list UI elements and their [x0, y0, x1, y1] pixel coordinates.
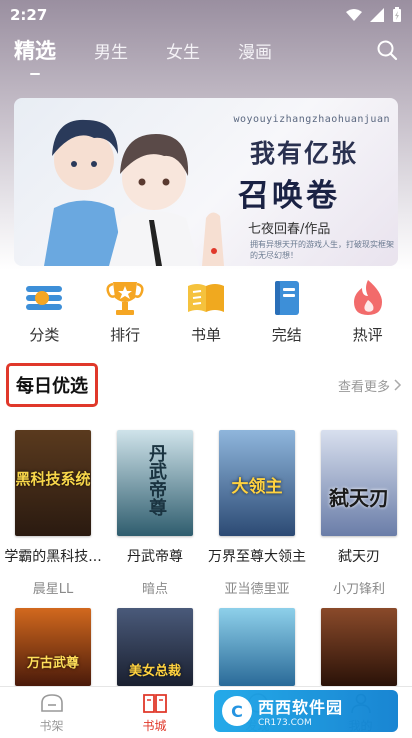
- cover-title: 黑科技系统: [15, 470, 91, 488]
- cover-title: 万古武尊: [26, 656, 79, 671]
- banner-tagline: 拥有异想天开的游戏人生，打破现实框架的无尽幻想！: [250, 240, 394, 260]
- book-author: 晨星LL: [32, 582, 74, 597]
- search-icon[interactable]: [376, 39, 398, 61]
- bookshelf-icon: [40, 694, 63, 712]
- book-row-1: 黑科技系统 学霸的黑科技... 晨星LL 丹武帝尊 丹武帝尊 暗点 大领主 万界…: [0, 430, 412, 597]
- daily-picks-header: 每日优选 查看更多: [0, 362, 412, 408]
- quick-nav-label: 热评: [352, 326, 383, 344]
- banner-characters-illustration: [44, 119, 224, 266]
- quick-nav-ranking[interactable]: 排行: [90, 278, 160, 348]
- category-icon: [26, 286, 63, 310]
- banner-pinyin: woyouyizhangzhaohuanjuan: [233, 114, 390, 125]
- book-card[interactable]: [309, 608, 409, 686]
- banner-title-line2: 召唤卷: [238, 178, 340, 214]
- quick-nav-finished[interactable]: 完结: [252, 278, 322, 348]
- watermark-url: CR173.COM: [258, 718, 312, 728]
- book-cover: 丹武帝尊: [117, 430, 193, 536]
- quick-nav-hot-comments[interactable]: 热评: [333, 278, 403, 348]
- book-card[interactable]: 美女总裁: [105, 608, 205, 686]
- book-author: 小刀锋利: [332, 582, 385, 597]
- promo-banner[interactable]: woyouyizhangzhaohuanjuan 我有亿张 召唤卷 七夜回春/作…: [14, 98, 398, 266]
- bottom-nav-bookstore[interactable]: 书城: [103, 687, 206, 738]
- bottom-nav-label: 书城: [142, 719, 167, 733]
- book-list-icon: [187, 284, 224, 312]
- quick-nav-label: 完结: [271, 326, 302, 344]
- quick-nav: 分类 排行 书单 完结 热评: [0, 278, 412, 348]
- quick-nav-booklist[interactable]: 书单: [171, 278, 241, 348]
- wifi-icon: [346, 9, 362, 21]
- see-more-link[interactable]: 查看更多: [338, 376, 402, 395]
- bottom-nav-label: 书架: [39, 719, 64, 733]
- cover-title: 美女总裁: [128, 664, 181, 679]
- signal-icon: [370, 8, 384, 22]
- book-author: 亚当德里亚: [224, 582, 290, 597]
- battery-icon: [393, 7, 401, 22]
- tab-male[interactable]: 男生: [94, 38, 128, 63]
- book-card[interactable]: 大领主 万界至尊大领主 亚当德里亚: [207, 430, 307, 597]
- trophy-icon: [106, 282, 144, 315]
- chevron-right-icon: [394, 379, 402, 391]
- tab-comics[interactable]: 漫画: [238, 38, 272, 63]
- book-cover: 黑科技系统: [15, 430, 91, 536]
- tab-featured[interactable]: 精选: [14, 35, 56, 75]
- status-bar: 2:27: [0, 0, 412, 30]
- book-title: 学霸的黑科技...: [4, 549, 102, 565]
- finished-book-icon: [274, 281, 299, 315]
- book-cover: 大领主: [219, 430, 295, 536]
- cover-title: 大领主: [231, 477, 283, 497]
- tab-female[interactable]: 女生: [166, 38, 200, 63]
- status-icons: [346, 7, 402, 23]
- book-cover: [219, 608, 295, 686]
- cover-title: 弑天刃: [329, 486, 389, 510]
- banner-author: 七夜回春/作品: [248, 222, 331, 237]
- hot-comment-icon: [353, 280, 382, 315]
- book-card[interactable]: 万古武尊: [3, 608, 103, 686]
- book-card[interactable]: 弑天刃 弑天刃 小刀锋利: [309, 430, 409, 597]
- see-more-label: 查看更多: [337, 379, 390, 395]
- section-title: 每日优选: [6, 363, 98, 407]
- book-card[interactable]: [207, 608, 307, 686]
- book-card[interactable]: 丹武帝尊 丹武帝尊 暗点: [105, 430, 205, 597]
- banner-title-line1: 我有亿张: [250, 139, 359, 168]
- quick-nav-label: 分类: [29, 326, 60, 344]
- watermark-logo: C 西西软件园 CR173.COM: [214, 690, 398, 732]
- quick-nav-category[interactable]: 分类: [9, 278, 79, 348]
- quick-nav-label: 书单: [190, 326, 221, 344]
- watermark-text: 西西软件园 CR173.COM: [258, 694, 343, 728]
- book-cover: [321, 608, 397, 686]
- bookstore-icon: [142, 694, 167, 713]
- book-card[interactable]: 黑科技系统 学霸的黑科技... 晨星LL: [3, 430, 103, 597]
- watermark-icon: C: [222, 696, 252, 726]
- book-cover: 万古武尊: [15, 608, 91, 686]
- book-title: 弑天刃: [338, 549, 380, 565]
- book-author: 暗点: [141, 582, 168, 597]
- cover-title: 丹武帝尊: [146, 444, 167, 516]
- bottom-nav-bookshelf[interactable]: 书架: [0, 687, 103, 738]
- status-time: 2:27: [10, 6, 48, 24]
- watermark-name: 西西软件园: [258, 698, 344, 717]
- book-cover: 美女总裁: [117, 608, 193, 686]
- book-row-2: 万古武尊 美女总裁: [0, 608, 412, 686]
- book-cover: 弑天刃: [321, 430, 397, 536]
- quick-nav-label: 排行: [110, 326, 141, 344]
- book-title: 丹武帝尊: [127, 549, 183, 565]
- top-tab-bar: 精选 男生 女生 漫画: [0, 30, 412, 75]
- book-title: 万界至尊大领主: [208, 549, 306, 565]
